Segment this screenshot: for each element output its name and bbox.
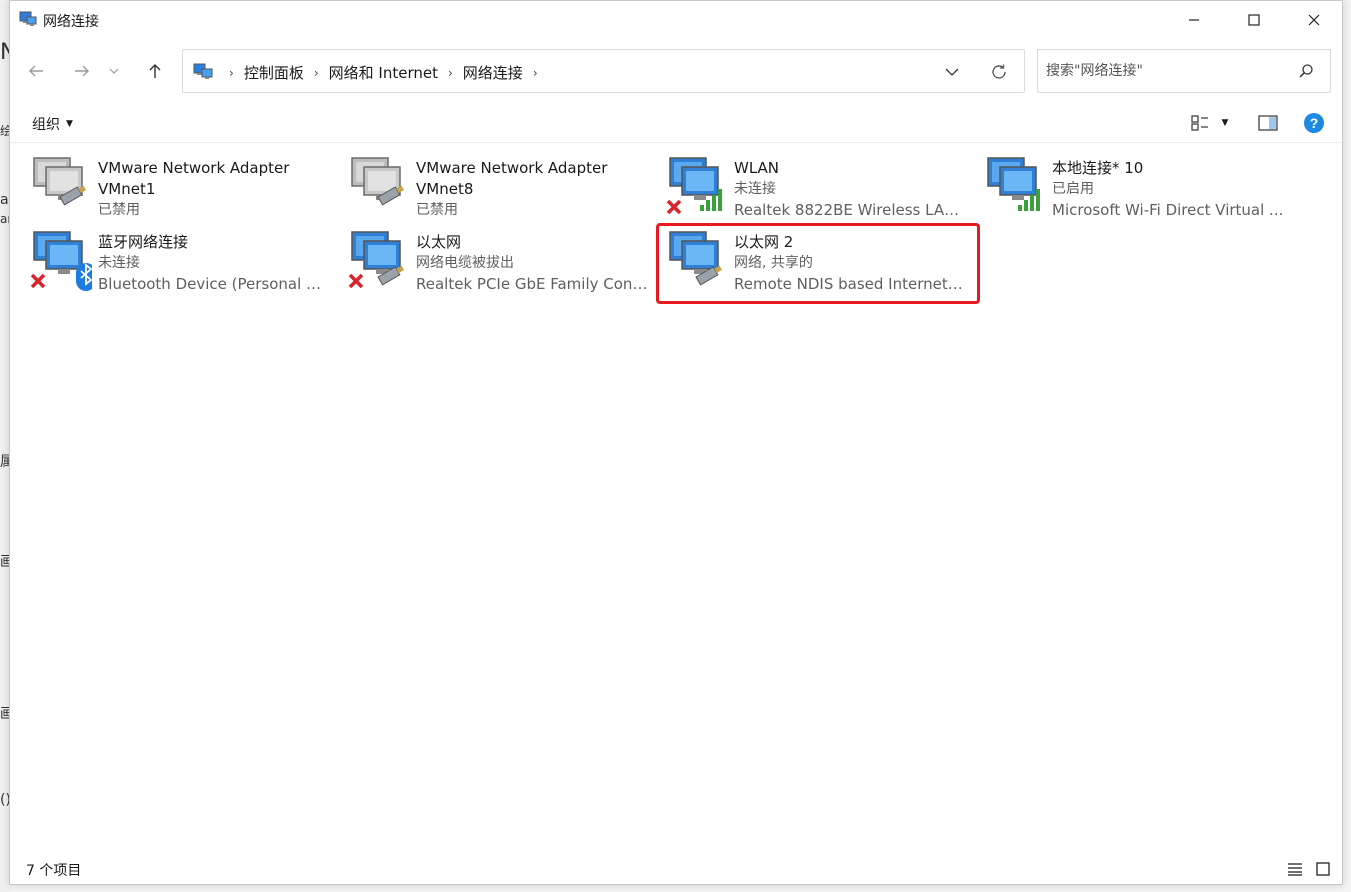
minimize-icon (1189, 19, 1199, 21)
arrow-right-icon (75, 65, 89, 77)
breadcrumb-network-internet[interactable]: 网络和 Internet (329, 62, 438, 83)
chevron-right-icon[interactable]: › (533, 66, 538, 80)
forward-button[interactable] (68, 59, 96, 83)
window-title: 网络连接 (43, 14, 99, 30)
chevron-right-icon[interactable]: › (314, 66, 319, 80)
connection-item-wlan[interactable]: WLAN 未连接 Realtek 8822BE Wireless LAN ... (646, 149, 966, 219)
connection-name: VMware Network Adapter VMnet8 (416, 159, 608, 198)
connection-status: 已禁用 (416, 202, 458, 218)
connection-status: 未连接 (98, 255, 140, 271)
arrow-left-icon (29, 65, 43, 77)
ethernet-adapter-disconnected-icon (348, 231, 405, 289)
details-view-button[interactable] (1286, 860, 1304, 878)
title-bar[interactable]: 网络连接 (10, 1, 1342, 39)
svg-text:?: ? (1310, 115, 1319, 131)
recent-locations-button[interactable] (106, 59, 122, 83)
connection-name: 蓝牙网络连接 (98, 233, 189, 251)
close-icon (1308, 14, 1320, 26)
navigation-bar: › 控制面板 › 网络和 Internet › 网络连接 › (10, 39, 1342, 103)
connection-item-local-connection-10[interactable]: 本地连接* 10 已启用 Microsoft Wi-Fi Direct Virt… (964, 149, 1283, 219)
search-box[interactable] (1037, 49, 1331, 93)
chevron-right-icon[interactable]: › (229, 66, 234, 80)
wifi-adapter-disconnected-icon (666, 157, 722, 215)
help-button[interactable]: ? (1302, 111, 1326, 135)
bluetooth-adapter-disconnected-icon (30, 231, 92, 291)
view-options-dropdown[interactable]: ▼ (1216, 111, 1234, 135)
chevron-down-icon (945, 68, 959, 76)
maximize-icon (1248, 14, 1260, 26)
explorer-window: 网络连接 › 控制面板 › 网络和 Internet › 网络连接 › 搜索"网… (9, 0, 1343, 885)
connection-device: Realtek PCIe GbE Family Contr... (416, 275, 648, 293)
caret-down-icon: ▼ (1221, 118, 1229, 128)
change-view-button[interactable] (1188, 111, 1212, 135)
refresh-button[interactable] (988, 61, 1010, 83)
connection-item-vmnet1[interactable]: VMware Network Adapter VMnet1 已禁用 (10, 149, 320, 219)
view-tiles-icon (1191, 115, 1208, 131)
chevron-down-icon (109, 68, 119, 74)
help-icon: ? (1304, 113, 1324, 133)
connection-name: WLAN (734, 159, 780, 177)
search-input[interactable] (1046, 50, 1286, 92)
connection-status: 已启用 (1052, 181, 1094, 197)
breadcrumb-control-panel[interactable]: 控制面板 (244, 62, 304, 83)
connections-list: VMware Network Adapter VMnet1 已禁用 VMware… (10, 144, 1342, 844)
connection-item-ethernet[interactable]: 以太网 网络电缆被拔出 Realtek PCIe GbE Family Cont… (328, 223, 648, 293)
network-connections-icon (193, 63, 213, 79)
connection-status: 网络电缆被拔出 (416, 255, 514, 271)
back-button[interactable] (22, 59, 50, 83)
large-icons-view-button[interactable] (1314, 860, 1332, 878)
breadcrumb: › 控制面板 › 网络和 Internet › 网络连接 › (219, 62, 548, 83)
item-count: 7 个项目 (26, 863, 82, 879)
connection-status: 未连接 (734, 181, 776, 197)
command-bar: 组织 ▼ ▼ ? (10, 103, 1342, 143)
preview-pane-icon (1258, 115, 1278, 131)
large-icons-view-icon (1316, 862, 1330, 876)
network-adapter-disabled-icon (33, 157, 87, 206)
address-history-button[interactable] (942, 62, 962, 82)
organize-menu-button[interactable]: 组织 ▼ (32, 114, 73, 134)
highlight-box (656, 223, 980, 304)
connection-name: VMware Network Adapter VMnet1 (98, 159, 290, 198)
refresh-icon (992, 64, 1006, 79)
caret-down-icon: ▼ (66, 119, 73, 129)
search-icon (1299, 64, 1313, 78)
close-button[interactable] (1284, 1, 1344, 39)
maximize-button[interactable] (1224, 1, 1284, 39)
organize-label: 组织 (32, 117, 60, 133)
connection-device: Realtek 8822BE Wireless LAN ... (734, 201, 966, 219)
network-adapter-disabled-icon (351, 157, 405, 206)
connection-name: 本地连接* 10 (1052, 159, 1144, 177)
details-view-icon (1288, 863, 1302, 876)
preview-pane-button[interactable] (1256, 111, 1280, 135)
up-button[interactable] (141, 59, 169, 83)
chevron-right-icon[interactable]: › (448, 66, 453, 80)
status-bar: 7 个项目 (10, 856, 1342, 884)
connection-device: Microsoft Wi-Fi Direct Virtual ... (1052, 201, 1284, 219)
arrow-up-icon (149, 64, 161, 78)
breadcrumb-network-connections[interactable]: 网络连接 (463, 62, 523, 83)
wifi-adapter-icon (987, 157, 1040, 211)
connection-status: 已禁用 (98, 202, 140, 218)
connection-item-vmnet8[interactable]: VMware Network Adapter VMnet8 已禁用 (328, 149, 638, 219)
connection-name: 以太网 (416, 233, 462, 251)
connection-item-bluetooth[interactable]: 蓝牙网络连接 未连接 Bluetooth Device (Personal Ar… (10, 223, 330, 293)
address-bar[interactable]: › 控制面板 › 网络和 Internet › 网络连接 › (182, 49, 1025, 93)
connection-device: Bluetooth Device (Personal Ar... (98, 275, 330, 293)
minimize-button[interactable] (1164, 1, 1224, 39)
network-connections-icon (19, 11, 37, 26)
